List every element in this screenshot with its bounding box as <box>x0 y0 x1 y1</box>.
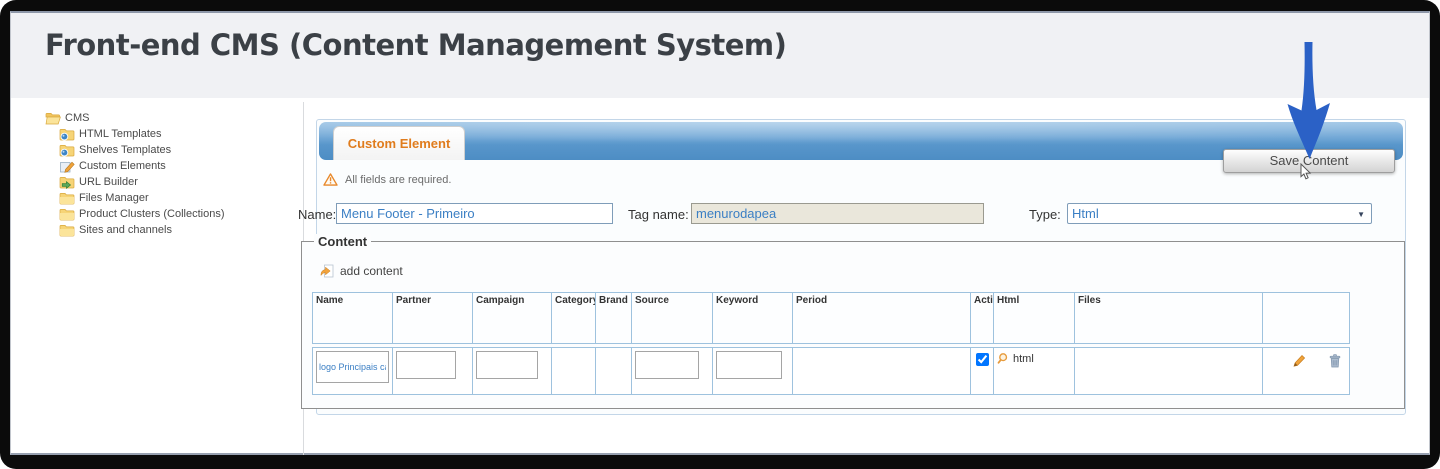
tab-custom-element[interactable]: Custom Element <box>333 126 465 160</box>
sidebar-item-sites-and-channels[interactable]: Sites and channels <box>59 222 295 238</box>
row-cell-active <box>971 348 994 394</box>
sidebar-item-label: URL Builder <box>79 176 138 188</box>
row-cell-files <box>1075 348 1263 394</box>
col-header-source: Source <box>632 293 713 343</box>
delete-trash-icon[interactable] <box>1328 354 1342 368</box>
page-header-band: Front-end CMS (Content Management System… <box>11 13 1429 98</box>
folder-template-icon <box>59 144 75 157</box>
edit-pencil-icon[interactable] <box>1292 354 1306 368</box>
col-header-period: Period <box>793 293 971 343</box>
type-select[interactable]: Html ▼ <box>1067 203 1372 224</box>
row-cell-html: html <box>994 348 1075 394</box>
warning-text: All fields are required. <box>345 174 451 186</box>
row-html-label: html <box>1013 353 1034 365</box>
save-content-button[interactable]: Save Content <box>1223 149 1395 173</box>
row-cell-source <box>632 348 713 394</box>
row-keyword-input[interactable] <box>716 351 782 379</box>
sidebar-item-label: Custom Elements <box>79 160 166 172</box>
tag-name-input[interactable] <box>691 203 984 224</box>
folder-open-icon <box>45 112 61 125</box>
content-table: Name Partner Campaign Category Brand Sou… <box>312 292 1350 395</box>
sidebar-item-cms[interactable]: CMS <box>45 110 295 126</box>
sidebar-tree: CMS HTML Templates Shelves Templates Cus… <box>45 110 295 238</box>
row-cell-name <box>313 348 393 394</box>
folder-icon <box>59 208 75 221</box>
folder-icon <box>59 224 75 237</box>
row-cell-keyword <box>713 348 793 394</box>
page-title: Front-end CMS (Content Management System… <box>45 28 786 62</box>
sidebar-item-shelves-templates[interactable]: Shelves Templates <box>59 142 295 158</box>
row-partner-input[interactable] <box>396 351 456 379</box>
sidebar-item-label: Shelves Templates <box>79 144 171 156</box>
sidebar-item-label: Files Manager <box>79 192 149 204</box>
edit-page-icon <box>59 160 75 173</box>
name-input[interactable] <box>336 203 613 224</box>
col-header-partner: Partner <box>393 293 473 343</box>
add-content-link[interactable]: add content <box>320 264 403 278</box>
content-legend: Content <box>314 234 371 249</box>
row-cell-partner <box>393 348 473 394</box>
sidebar-item-product-clusters[interactable]: Product Clusters (Collections) <box>59 206 295 222</box>
sidebar-item-label: HTML Templates <box>79 128 162 140</box>
sidebar-item-custom-elements[interactable]: Custom Elements <box>59 158 295 174</box>
required-fields-warning: All fields are required. <box>323 173 451 186</box>
col-header-category: Category <box>552 293 596 343</box>
warning-triangle-icon <box>323 173 338 186</box>
row-name-input[interactable] <box>316 351 389 383</box>
folder-icon <box>59 192 75 205</box>
sidebar-item-files-manager[interactable]: Files Manager <box>59 190 295 206</box>
row-active-checkbox[interactable] <box>976 353 989 366</box>
app-page: Front-end CMS (Content Management System… <box>10 11 1430 455</box>
row-cell-brand <box>596 348 632 394</box>
row-cell-campaign <box>473 348 552 394</box>
col-header-name: Name <box>313 293 393 343</box>
row-cell-period <box>793 348 971 394</box>
folder-link-icon <box>59 176 75 189</box>
content-table-header: Name Partner Campaign Category Brand Sou… <box>312 292 1350 344</box>
screen-frame: Front-end CMS (Content Management System… <box>0 0 1440 469</box>
sidebar-item-label: CMS <box>65 112 89 124</box>
type-label: Type: <box>1029 207 1061 222</box>
type-select-value: Html <box>1072 206 1099 221</box>
sidebar-item-html-templates[interactable]: HTML Templates <box>59 126 295 142</box>
chevron-down-icon: ▼ <box>1357 210 1365 219</box>
name-label: Name: <box>298 207 336 222</box>
add-content-label: add content <box>340 264 403 278</box>
sidebar-item-label: Sites and channels <box>79 224 172 236</box>
col-header-keyword: Keyword <box>713 293 793 343</box>
col-header-active: Active <box>971 293 994 343</box>
col-header-brand: Brand <box>596 293 632 343</box>
col-header-campaign: Campaign <box>473 293 552 343</box>
col-header-actions <box>1263 293 1349 343</box>
add-content-icon <box>320 264 334 278</box>
row-source-input[interactable] <box>635 351 699 379</box>
row-cell-actions <box>1263 348 1349 394</box>
sidebar-item-label: Product Clusters (Collections) <box>79 208 225 220</box>
magnifier-icon[interactable] <box>997 352 1010 365</box>
tag-name-label: Tag name: <box>628 207 689 222</box>
folder-template-icon <box>59 128 75 141</box>
row-cell-category <box>552 348 596 394</box>
table-row: html <box>312 347 1350 395</box>
sidebar-item-url-builder[interactable]: URL Builder <box>59 174 295 190</box>
row-campaign-input[interactable] <box>476 351 538 379</box>
col-header-files: Files <box>1075 293 1263 343</box>
content-fieldset: Content add content Name Partner Campaig… <box>301 241 1405 409</box>
col-header-html: Html <box>994 293 1075 343</box>
